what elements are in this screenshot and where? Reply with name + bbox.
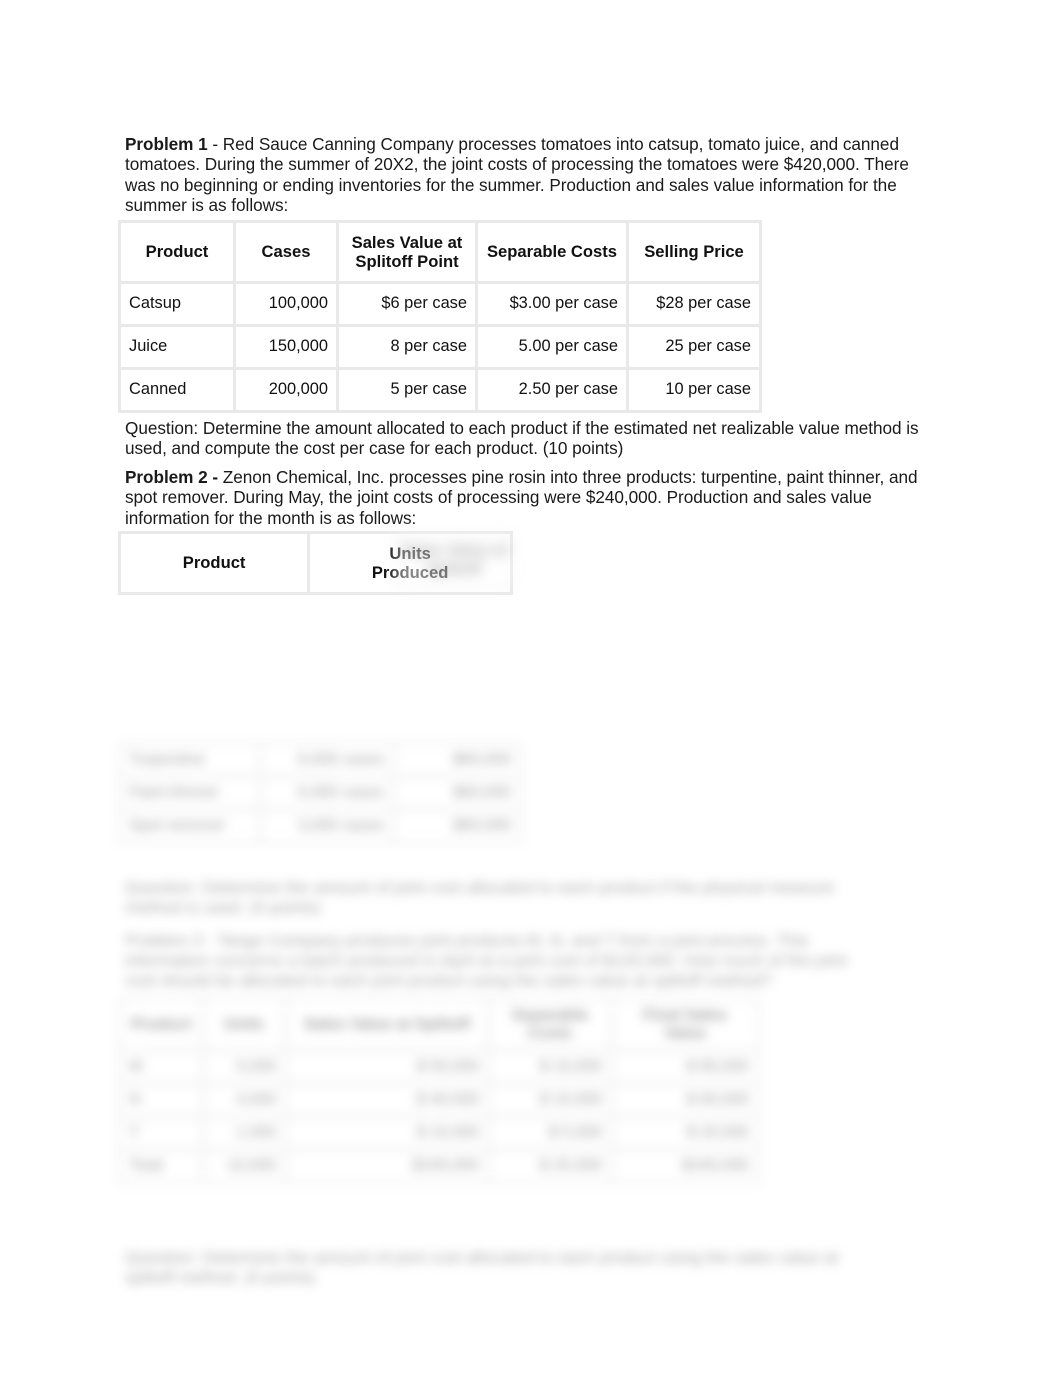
column-header-product: Product <box>121 223 233 281</box>
cell-product: Total <box>121 1151 201 1181</box>
problem-1-label: Problem 1 <box>125 134 208 154</box>
obscured-paragraph-1: Question: Determine the amount of joint … <box>125 878 835 918</box>
cell-selling-price: 25 per case <box>629 327 759 367</box>
cell-separable-costs: $ 10,000 <box>490 1052 610 1082</box>
cell-product: Turpentine <box>121 745 259 775</box>
cell-units: 6,000 cases <box>262 745 392 775</box>
cell-product: Catsup <box>121 284 233 324</box>
problem-1-paragraph: Problem 1 - Red Sauce Canning Company pr… <box>125 134 941 215</box>
cell-product: Canned <box>121 370 233 410</box>
table-row: T 1,000 $ 10,000 $ 5,000 $ 20,000 <box>121 1118 757 1148</box>
cell-units: 10,000 <box>204 1151 284 1181</box>
column-header-sales-value-splitoff: Sales Value at Splitoff <box>287 1001 487 1049</box>
obscured-footer-paragraph: Question: Determine the amount of joint … <box>125 1248 873 1289</box>
cell-cases: 100,000 <box>236 284 336 324</box>
column-header-final-sales-value: Final Sales Value <box>613 1001 757 1049</box>
cell-final-sales-value: $160,000 <box>613 1151 757 1181</box>
table-row: Turpentine 6,000 cases $60,000 <box>121 745 519 775</box>
cell-final-sales-value: $ 60,000 <box>613 1085 757 1115</box>
obscured-footer-text: Question: Determine the amount of joint … <box>125 1248 839 1288</box>
obscured-table: Turpentine 6,000 cases $60,000 Paint thi… <box>118 742 522 844</box>
cell-units: 3,000 cases <box>262 811 392 841</box>
problem-2-table-obscured-body: Turpentine 6,000 cases $60,000 Paint thi… <box>118 742 522 844</box>
cell-cases: 150,000 <box>236 327 336 367</box>
header-line-2: Produced <box>371 562 449 582</box>
cell-separable-costs: $ 5,000 <box>490 1118 610 1148</box>
column-header-cases: Cases <box>236 223 336 281</box>
cell-sales-value: 8 per case <box>339 327 475 367</box>
cell-final-sales-value: $ 80,000 <box>613 1052 757 1082</box>
column-header-separable-costs: Separable Costs <box>478 223 626 281</box>
table-row: Catsup 100,000 $6 per case $3.00 per cas… <box>121 284 759 324</box>
column-header-units-produced: Units Produced <box>310 534 510 592</box>
cell-separable-costs: 5.00 per case <box>478 327 626 367</box>
column-header-sales-value-splitoff: Sales Value at Splitoff Point <box>339 223 475 281</box>
problem-2-label: Problem 2 - <box>125 467 219 487</box>
cell-units: 6,000 cases <box>262 778 392 808</box>
cell-sales-value: $60,000 <box>395 745 519 775</box>
cell-selling-price: $28 per case <box>629 284 759 324</box>
cell-units: 4,000 <box>204 1085 284 1115</box>
obscured-paragraph-2: Problem 3 - Tango Company produces joint… <box>125 930 847 991</box>
header-line-1: Units <box>389 543 431 563</box>
cell-product: Juice <box>121 327 233 367</box>
cell-product: M <box>121 1052 201 1082</box>
cell-product: Paint thinner <box>121 778 259 808</box>
obscured-table: Product Units Sales Value at Splitoff Se… <box>118 998 760 1184</box>
cell-separable-costs: $3.00 per case <box>478 284 626 324</box>
table-row: Juice 150,000 8 per case 5.00 per case 2… <box>121 327 759 367</box>
problem-1-table: Product Cases Sales Value at Splitoff Poi… <box>118 220 762 413</box>
table-row: M 5,000 $ 50,000 $ 10,000 $ 80,000 <box>121 1052 757 1082</box>
cell-product: Spot remover <box>121 811 259 841</box>
table-row: Total 10,000 $100,000 $ 25,000 $160,000 <box>121 1151 757 1181</box>
cell-separable-costs: 2.50 per case <box>478 370 626 410</box>
column-header-product: Product <box>121 1001 201 1049</box>
cell-final-sales-value: $ 20,000 <box>613 1118 757 1148</box>
problem-2-table: Product Units Produced <box>118 531 513 595</box>
table-header-row: Product Units Sales Value at Splitoff Se… <box>121 1001 757 1049</box>
table-row: Spot remover 3,000 cases $60,000 <box>121 811 519 841</box>
document-page: Problem 1 - Red Sauce Canning Company pr… <box>0 0 1062 1377</box>
cell-sales-value: $ 50,000 <box>287 1052 487 1082</box>
header-line-1: Sales Value at <box>351 232 463 252</box>
table-row: Canned 200,000 5 per case 2.50 per case … <box>121 370 759 410</box>
cell-sales-value: $ 40,000 <box>287 1085 487 1115</box>
cell-separable-costs: $ 25,000 <box>490 1151 610 1181</box>
cell-separable-costs: $ 10,000 <box>490 1085 610 1115</box>
problem-1-body: - Red Sauce Canning Company processes to… <box>125 134 909 215</box>
column-header-selling-price: Selling Price <box>629 223 759 281</box>
cell-selling-price: 10 per case <box>629 370 759 410</box>
obscured-problem-3-table: Product Units Sales Value at Splitoff Se… <box>118 998 760 1184</box>
cell-units: 5,000 <box>204 1052 284 1082</box>
cell-units: 1,000 <box>204 1118 284 1148</box>
obscured-paragraph-block: Question: Determine the amount of joint … <box>125 878 873 991</box>
cell-sales-value: $60,000 <box>395 811 519 841</box>
column-header-separable-costs: Separable Costs <box>490 1001 610 1049</box>
problem-2-body: Zenon Chemical, Inc. processes pine rosi… <box>125 467 918 528</box>
header-line-2: Splitoff Point <box>355 251 459 271</box>
column-header-product: Product <box>121 534 308 592</box>
table-row: N 4,000 $ 40,000 $ 10,000 $ 60,000 <box>121 1085 757 1115</box>
cell-sales-value: $6 per case <box>339 284 475 324</box>
cell-product: T <box>121 1118 201 1148</box>
cell-sales-value: 5 per case <box>339 370 475 410</box>
cell-sales-value: $ 10,000 <box>287 1118 487 1148</box>
problem-1-question: Question: Determine the amount allocated… <box>125 418 919 459</box>
cell-cases: 200,000 <box>236 370 336 410</box>
table-header-row: Product Cases Sales Value at Splitoff Poi… <box>121 223 759 281</box>
cell-sales-value: $60,000 <box>395 778 519 808</box>
cell-sales-value: $100,000 <box>287 1151 487 1181</box>
column-header-units: Units <box>204 1001 284 1049</box>
cell-product: N <box>121 1085 201 1115</box>
problem-2-paragraph: Problem 2 - Zenon Chemical, Inc. process… <box>125 467 941 528</box>
table-header-row: Product Units Produced <box>121 534 510 592</box>
table-row: Paint thinner 6,000 cases $60,000 <box>121 778 519 808</box>
